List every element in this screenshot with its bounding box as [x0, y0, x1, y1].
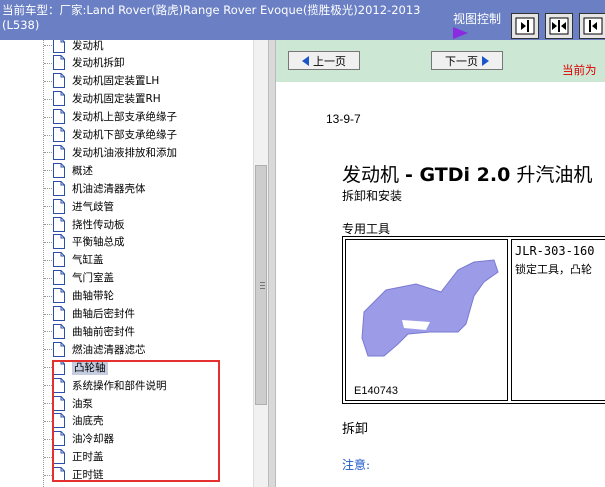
play-icon[interactable] [453, 27, 468, 39]
document-icon [53, 180, 65, 196]
tree-item-label: 发动机 [72, 40, 104, 52]
tree-item-label: 进气歧管 [72, 200, 114, 213]
split-panes-button[interactable] [545, 13, 573, 39]
tree-item[interactable]: 进气歧管 [44, 197, 114, 215]
document-icon [53, 73, 65, 89]
document-icon [53, 55, 65, 71]
document-subtitle: 拆卸和安装 [342, 189, 403, 203]
tree-item[interactable]: 发动机下部支承绝缘子 [44, 126, 177, 144]
tree-item-label: 平衡轴总成 [72, 236, 125, 249]
show-left-pane-button[interactable] [579, 13, 605, 39]
tree-item-label: 气缸盖 [72, 254, 104, 267]
tree-item-label: 概述 [72, 164, 93, 177]
highlight-annotation-box [52, 360, 220, 482]
tool-description-cell: JLR-303-160 锁定工具，凸轮 [511, 239, 605, 401]
tree-item[interactable]: 发动机 [44, 40, 104, 54]
tree-item[interactable]: 曲轴后密封件 [44, 305, 135, 323]
note-label: 注意: [342, 458, 371, 472]
tree-item[interactable]: 发动机固定装置LH [44, 72, 160, 90]
tree-item-label: 燃油滤清器滤芯 [72, 343, 146, 356]
current-page-label: 当前为 [562, 63, 597, 77]
removal-heading: 拆卸 [342, 422, 369, 437]
split-panes-icon [549, 17, 569, 35]
document-icon [53, 234, 65, 250]
tool-description: 锁定工具，凸轮 [515, 263, 592, 276]
show-right-pane-icon [515, 17, 535, 35]
document-icon [53, 216, 65, 232]
tree-item-label: 发动机固定装置LH [72, 75, 160, 88]
tree-item-label: 发动机固定装置RH [72, 93, 161, 106]
document-icon [53, 198, 65, 214]
tool-image-ref: E140743 [354, 385, 399, 397]
tree-item-label: 发动机上部支承绝缘子 [72, 111, 177, 124]
tree-item[interactable]: 气缸盖 [44, 251, 104, 269]
tree-item[interactable]: 挠性传动板 [44, 215, 125, 233]
document-title: 发动机 - GTDi 2.0 升汽油机 [342, 164, 593, 186]
show-left-pane-icon [583, 17, 603, 35]
tree-item[interactable]: 概述 [44, 161, 93, 179]
arrow-right-icon [482, 55, 489, 66]
document-icon [53, 288, 65, 304]
document-icon [53, 127, 65, 142]
page-nav-bar: 上一页 下一页 当前为 [276, 40, 605, 82]
document-icon [53, 323, 65, 339]
tool-code: JLR-303-160 [515, 244, 595, 258]
tree-item[interactable]: 发动机固定装置RH [44, 90, 161, 108]
tree-item[interactable]: 机油滤清器壳体 [44, 179, 146, 197]
document-icon [53, 270, 65, 286]
tree-item-label: 发动机油液排放和添加 [72, 146, 177, 159]
tree-item-label: 气门室盖 [72, 272, 114, 285]
document-icon [53, 252, 65, 268]
pane-splitter[interactable] [268, 40, 276, 487]
special-tools-table: E140743 JLR-303-160 锁定工具，凸轮 [342, 236, 605, 404]
document-icon [53, 341, 65, 357]
next-page-button[interactable]: 下一页 [431, 51, 503, 70]
tree-item-label: 挠性传动板 [72, 218, 125, 231]
tree-item-label: 发动机下部支承绝缘子 [72, 129, 177, 141]
tree-item-label: 曲轴带轮 [72, 290, 114, 303]
document-icon [53, 91, 65, 107]
tree-item-label: 曲轴后密封件 [72, 308, 135, 320]
show-right-pane-button[interactable] [511, 13, 539, 39]
tree-item[interactable]: 发动机拆卸 [44, 54, 125, 72]
arrow-left-icon [302, 55, 309, 66]
title-bar: 当前车型：厂家:Land Rover(路虎)Range Rover Evoque… [0, 0, 605, 40]
document-icon [53, 306, 65, 321]
special-tools-heading: 专用工具 [342, 222, 391, 236]
tool-image-cell: E140743 [345, 239, 508, 401]
page-code: 13-9-7 [326, 112, 361, 126]
document-icon [53, 162, 65, 178]
document-icon [53, 40, 65, 53]
document-icon [53, 144, 65, 160]
scroll-thumb[interactable] [255, 165, 267, 405]
tree-item-label: 曲轴前密封件 [72, 325, 135, 338]
document-pane: 上一页 下一页 当前为 13-9-7 发动机 - GTDi 2.0 升汽油机 拆… [276, 40, 605, 487]
current-vehicle-title: 当前车型：厂家:Land Rover(路虎)Range Rover Evoque… [2, 3, 421, 32]
document-icon [53, 109, 65, 125]
tree-item[interactable]: 曲轴带轮 [44, 287, 114, 305]
view-control-label: 视图控制 [453, 12, 502, 26]
tree-item[interactable]: 发动机上部支承绝缘子 [44, 108, 177, 126]
tree-guide-line [43, 40, 44, 487]
tree-item[interactable]: 平衡轴总成 [44, 233, 125, 251]
prev-page-button[interactable]: 上一页 [288, 51, 360, 70]
tree-item-label: 发动机拆卸 [72, 57, 125, 70]
tree-scrollbar[interactable] [253, 40, 269, 487]
tree-item-label: 机油滤清器壳体 [72, 182, 146, 195]
tree-item[interactable]: 发动机油液排放和添加 [44, 143, 177, 161]
locking-tool-illustration [361, 259, 499, 357]
tree-item[interactable]: 曲轴前密封件 [44, 322, 135, 340]
tree-item[interactable]: 燃油滤清器滤芯 [44, 340, 146, 358]
tree-item[interactable]: 气门室盖 [44, 269, 114, 287]
